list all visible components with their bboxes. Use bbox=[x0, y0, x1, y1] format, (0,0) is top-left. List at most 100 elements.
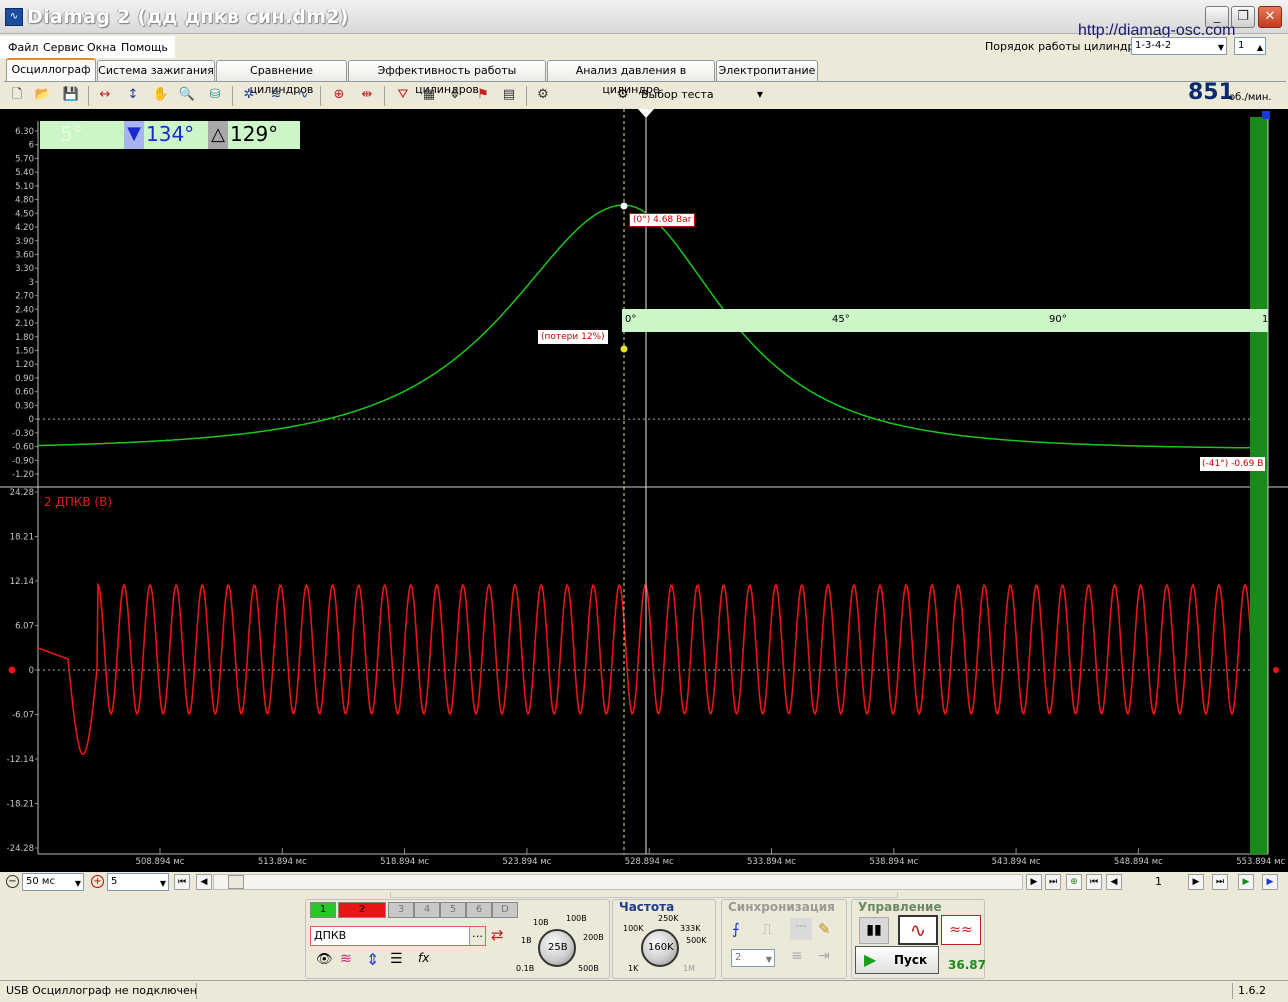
menu-service[interactable]: Сервис bbox=[43, 41, 84, 54]
tab-ignition[interactable]: Система зажигания bbox=[97, 60, 215, 81]
divider-icon[interactable]: ⇕ bbox=[446, 86, 464, 104]
voltage-value: 25В bbox=[548, 942, 568, 953]
waveform-icon[interactable]: ≋ bbox=[340, 951, 352, 967]
prev-page-icon[interactable]: ◀ bbox=[196, 874, 212, 890]
channel-1-button[interactable]: 1 bbox=[310, 902, 336, 918]
y-tick-label: -0.90 bbox=[12, 456, 34, 466]
zero-level-icon[interactable]: ⇹ bbox=[358, 86, 376, 104]
start-button[interactable]: ▶ Пуск bbox=[855, 946, 939, 974]
time-scrollbar[interactable] bbox=[213, 874, 1023, 890]
new-file-icon[interactable]: 🗋 bbox=[8, 86, 26, 104]
auto-scale-icon[interactable]: ⊕ bbox=[330, 86, 348, 104]
tab-bar: Осциллограф Система зажигания Сравнение … bbox=[4, 58, 1286, 96]
frame-last-icon[interactable]: ⏭ bbox=[1212, 874, 1228, 890]
y-tick-label: 6 bbox=[29, 141, 34, 151]
y-tick-label: 4.20 bbox=[15, 223, 34, 233]
channel-3-button[interactable]: 3 bbox=[388, 902, 414, 918]
next-page-icon[interactable]: ▶ bbox=[1026, 874, 1042, 890]
rising-edge-icon[interactable]: ⨍ bbox=[732, 920, 740, 938]
channel-d-button[interactable]: D bbox=[492, 902, 518, 918]
scroll-thumb[interactable] bbox=[228, 875, 244, 889]
angle-tick: 0° bbox=[625, 314, 637, 325]
cylinder-select[interactable]: 1 ▲ bbox=[1234, 37, 1266, 55]
falling-edge-icon[interactable]: ⎍ bbox=[762, 920, 773, 938]
zoom-out-icon[interactable]: − bbox=[6, 875, 19, 888]
frequency-knob[interactable]: 160K bbox=[641, 929, 679, 967]
voltage-label: 100В bbox=[566, 914, 587, 923]
toolbar-separator bbox=[526, 86, 527, 106]
first-page-icon[interactable]: ⏮ bbox=[174, 874, 190, 890]
add-frame-icon[interactable]: ⊕ bbox=[1066, 874, 1082, 890]
flag-icon[interactable]: ⚑ bbox=[474, 86, 492, 104]
play-fast-icon[interactable]: ▶ bbox=[1262, 874, 1278, 890]
frame-first-icon[interactable]: ⏮ bbox=[1086, 874, 1102, 890]
oscilloscope-display[interactable]: 6.30 6 5.70 5.40 5.10 4.80 4.50 4.20 3.90 3.60 3.3… bbox=[0, 109, 1288, 875]
browse-icon[interactable]: … bbox=[469, 927, 485, 945]
hand-pan-icon[interactable]: ✋ bbox=[152, 86, 170, 104]
x-tick-label: 518.894 мс bbox=[380, 857, 429, 867]
menu-help[interactable]: Помощь bbox=[121, 41, 168, 54]
lines-icon[interactable]: ☰ bbox=[390, 951, 403, 967]
panel-splitter[interactable] bbox=[390, 892, 898, 898]
play-icon[interactable]: ▶ bbox=[1238, 874, 1254, 890]
grid-icon[interactable]: ▦ bbox=[420, 86, 438, 104]
frame-prev-icon[interactable]: ◀ bbox=[1106, 874, 1122, 890]
menu-windows[interactable]: Окна bbox=[87, 41, 116, 54]
tab-cylinder-compare[interactable]: Сравнение цилиндров bbox=[216, 60, 347, 96]
zoom-icon[interactable]: 🔍 bbox=[178, 86, 196, 104]
zoom-select[interactable]: 5 ▼ bbox=[107, 873, 169, 891]
angle-ruler: 0° 45° 90° 1 bbox=[622, 309, 1268, 332]
freq-label: 250K bbox=[658, 914, 679, 923]
multi-wave-icon[interactable]: ≈≈ bbox=[941, 915, 981, 945]
tab-pressure-analysis[interactable]: Анализ давления в цилиндре bbox=[547, 60, 715, 96]
sync-channel-select[interactable]: 2 ▼ bbox=[731, 949, 775, 967]
frame-next-icon[interactable]: ▶ bbox=[1188, 874, 1204, 890]
vertical-arrows-icon[interactable]: ⇕ bbox=[366, 950, 379, 969]
save-icon[interactable]: 💾 bbox=[62, 86, 80, 104]
single-wave-icon[interactable]: ∿ bbox=[898, 915, 938, 945]
frequency-value: 160K bbox=[648, 942, 674, 953]
freq-label: 1K bbox=[628, 964, 639, 973]
x-tick-label: 528.894 мс bbox=[625, 857, 674, 867]
y-tick-label: 3 bbox=[29, 278, 34, 288]
vertical-stretch-icon[interactable]: ↕ bbox=[124, 86, 142, 104]
cursor-handle-icon bbox=[638, 109, 654, 118]
sensor-input[interactable]: ДПКВ … bbox=[310, 926, 486, 946]
channel-2-button[interactable]: 2 bbox=[338, 902, 386, 918]
tab-oscilloscope[interactable]: Осциллограф bbox=[6, 58, 96, 81]
sensor-settings-icon[interactable]: ⇄ bbox=[491, 926, 504, 944]
eye-icon[interactable]: 👁 bbox=[316, 952, 333, 967]
y-tick-label: 1.20 bbox=[15, 360, 34, 370]
function-icon[interactable]: fx bbox=[418, 951, 429, 965]
voltage-knob[interactable]: 25В bbox=[538, 929, 576, 967]
bookmark-icon[interactable]: ⛁ bbox=[206, 86, 224, 104]
filter-icon[interactable]: ✲ bbox=[240, 86, 258, 104]
chevron-down-icon: ▼ bbox=[1217, 43, 1224, 52]
position-icon[interactable]: ⇥ bbox=[818, 948, 830, 964]
channel-4-button[interactable]: 4 bbox=[414, 902, 440, 918]
tab-cylinder-efficiency[interactable]: Эффективность работы цилиндров bbox=[348, 60, 546, 96]
note-icon[interactable]: ▤ bbox=[500, 86, 518, 104]
last-page-icon[interactable]: ⏭ bbox=[1045, 874, 1061, 890]
trigger-down-icon[interactable]: ⎓ bbox=[790, 918, 812, 940]
tab-power-supply[interactable]: Электропитание bbox=[716, 60, 818, 81]
marker-icon[interactable]: ⛛ bbox=[394, 86, 412, 104]
timebase-select[interactable]: 50 мс ▼ bbox=[22, 873, 84, 891]
close-button[interactable]: ✕ bbox=[1258, 6, 1282, 28]
menu-file[interactable]: Файл bbox=[8, 41, 38, 54]
channel-6-button[interactable]: 6 bbox=[466, 902, 492, 918]
trigger-auto-icon[interactable]: ✎ bbox=[818, 920, 831, 938]
open-folder-icon[interactable]: 📂 bbox=[34, 86, 52, 104]
zoom-in-icon[interactable]: + bbox=[91, 875, 104, 888]
pause-icon[interactable]: ▮▮ bbox=[859, 917, 889, 944]
firing-order-select[interactable]: 1-3-4-2 ▼ bbox=[1131, 37, 1227, 55]
auto-test-icon[interactable]: ⚙ bbox=[534, 86, 552, 104]
test-select[interactable]: ⚙ Выбор теста ▼ bbox=[612, 85, 770, 105]
signal-icon[interactable]: ∿ bbox=[294, 86, 312, 104]
channel-5-button[interactable]: 5 bbox=[440, 902, 466, 918]
level-icon[interactable]: ≡ bbox=[791, 948, 803, 964]
waves-icon[interactable]: ≋ bbox=[267, 86, 285, 104]
y-tick-label: 0.90 bbox=[15, 374, 34, 384]
horizontal-stretch-icon[interactable]: ↔ bbox=[96, 86, 114, 104]
x-tick-label: 548.894 мс bbox=[1114, 857, 1163, 867]
